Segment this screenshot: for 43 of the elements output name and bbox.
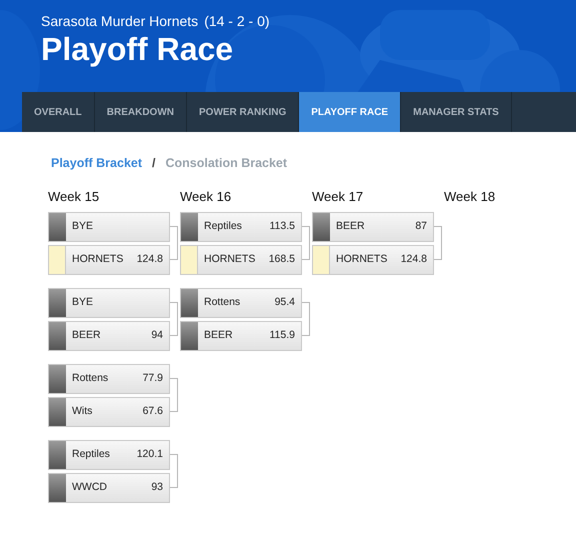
team-title: Sarasota Murder Hornets — [41, 12, 198, 30]
team-score: 67.6 — [142, 404, 163, 419]
team-name: BYE — [72, 218, 94, 234]
team-name: WWCD — [72, 480, 107, 495]
nav-tab[interactable]: PLAYOFF RACE — [299, 92, 402, 132]
bracket-connector — [170, 302, 178, 336]
bracket-connector — [170, 226, 178, 260]
team-score: 168.5 — [268, 252, 295, 267]
bracket-connector — [434, 226, 442, 260]
team-name: Rottens — [72, 370, 108, 386]
team-score: 77.9 — [142, 370, 163, 386]
bracket-connector — [302, 302, 310, 336]
team-name: BYE — [72, 294, 94, 310]
breadcrumb-link[interactable]: Playoff Bracket — [51, 154, 142, 173]
team-score: 124.8 — [400, 252, 427, 267]
team-score: 94 — [151, 328, 163, 343]
week-heading: Week 18 — [444, 188, 496, 205]
team-name: HORNETS — [204, 252, 256, 267]
team-score: 113.5 — [270, 218, 295, 234]
team-name: BEER — [72, 328, 101, 343]
team-name: Reptiles — [204, 218, 242, 234]
page-title: Playoff Race — [41, 30, 234, 68]
team-score: 124.8 — [136, 252, 163, 267]
team-name: Wits — [72, 404, 92, 419]
week-heading: Week 17 — [312, 188, 364, 205]
week-heading: Week 15 — [48, 188, 100, 205]
team-score: 95.4 — [274, 294, 295, 310]
team-name: Rottens — [204, 294, 240, 310]
team-name: HORNETS — [336, 252, 388, 267]
week-heading: Week 16 — [180, 188, 232, 205]
team-name: BEER — [204, 328, 233, 343]
bracket-connector — [170, 378, 178, 412]
team-name: HORNETS — [72, 252, 124, 267]
team-score: 115.9 — [270, 328, 295, 343]
team-score: 87 — [415, 218, 427, 234]
team-name: BEER — [336, 218, 365, 234]
team-score: 93 — [151, 480, 163, 495]
breadcrumb-separator: / — [152, 155, 156, 172]
bracket-connector — [302, 226, 310, 260]
team-score: 120.1 — [136, 446, 163, 462]
team-record: (14 - 2 - 0) — [204, 12, 270, 30]
team-name: Reptiles — [72, 446, 110, 462]
bracket-connector — [170, 454, 178, 488]
